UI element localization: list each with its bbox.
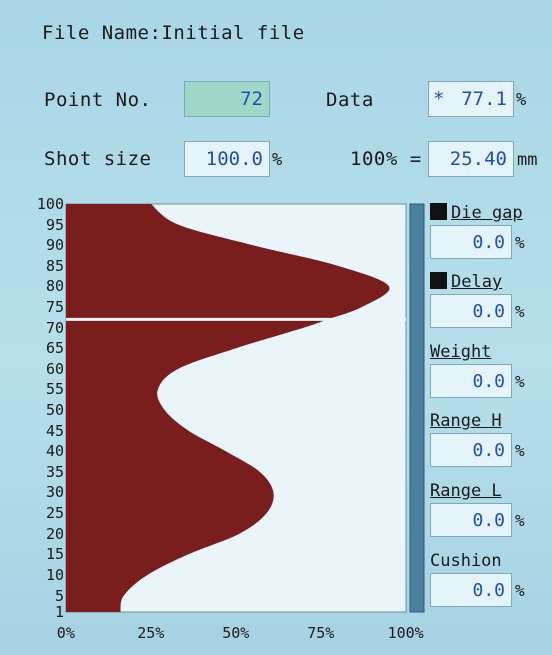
range-l-field[interactable]: 0.0 bbox=[430, 503, 512, 537]
x-tick-label: 50% bbox=[222, 624, 250, 642]
x-tick-label: 0% bbox=[56, 624, 75, 642]
chart-scrollbar bbox=[409, 203, 425, 613]
range-l-label: Range L bbox=[430, 481, 502, 501]
weight-field[interactable]: 0.0 bbox=[430, 364, 512, 398]
delay-indicator-icon bbox=[430, 272, 447, 289]
range-l-unit: % bbox=[515, 511, 525, 530]
cushion-unit: % bbox=[515, 581, 525, 600]
x-tick-label: 25% bbox=[137, 624, 165, 642]
die-gap-field[interactable]: 0.0 bbox=[430, 225, 512, 259]
range-h-label: Range H bbox=[430, 411, 502, 431]
weight-unit: % bbox=[515, 372, 525, 391]
machine-screen: File Name:Initial file Point No. 72 Data… bbox=[0, 0, 552, 655]
cushion-label: Cushion bbox=[430, 551, 502, 571]
delay-label: Delay bbox=[430, 272, 502, 292]
cushion-field[interactable]: 0.0 bbox=[430, 573, 512, 607]
die-gap-indicator-icon bbox=[430, 203, 447, 220]
x-tick-label: 75% bbox=[307, 624, 335, 642]
weight-label: Weight bbox=[430, 342, 492, 362]
die-gap-label: Die gap bbox=[430, 203, 523, 223]
range-h-unit: % bbox=[515, 441, 525, 460]
die-gap-unit: % bbox=[515, 233, 525, 252]
delay-field[interactable]: 0.0 bbox=[430, 294, 512, 328]
x-tick-label: 100% bbox=[387, 624, 424, 642]
range-h-field[interactable]: 0.0 bbox=[430, 433, 512, 467]
delay-unit: % bbox=[515, 302, 525, 321]
